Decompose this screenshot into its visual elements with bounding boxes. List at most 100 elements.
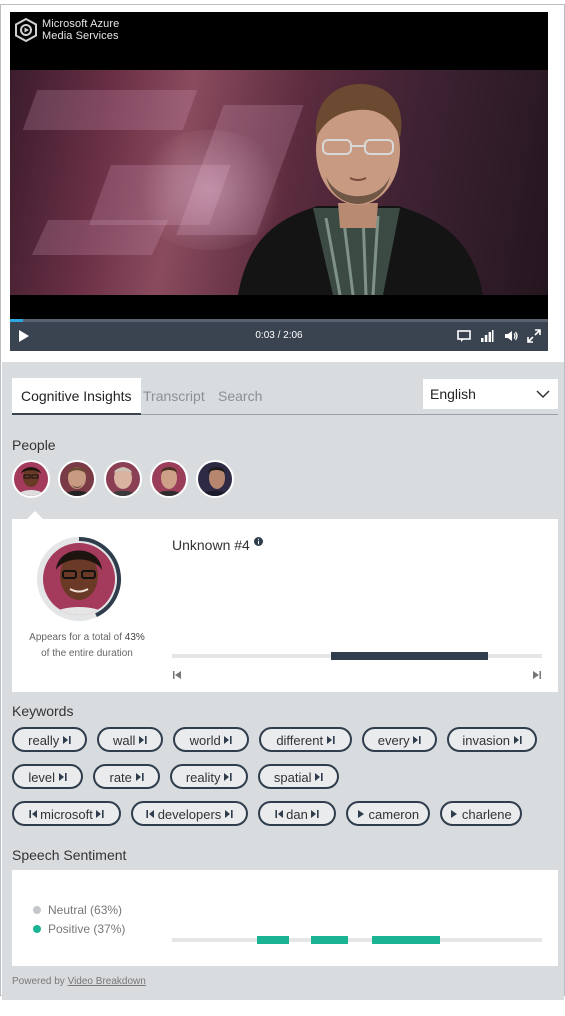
keyword-label: cameron bbox=[368, 807, 420, 823]
insights-panel: Cognitive Insights Transcript Search Eng… bbox=[2, 362, 564, 1000]
azure-media-services-logo: Microsoft Azure Media Services bbox=[14, 18, 119, 42]
powered-by: Powered by Video Breakdown bbox=[12, 976, 146, 987]
person-avatar[interactable] bbox=[12, 460, 50, 498]
previous-icon bbox=[146, 809, 155, 818]
person-avatar[interactable] bbox=[58, 460, 96, 498]
person-name: Unknown #4 bbox=[172, 537, 250, 553]
speaker-figure bbox=[238, 83, 483, 295]
next-appearance-icon[interactable] bbox=[532, 670, 542, 680]
keyword-chip[interactable]: every bbox=[362, 727, 437, 752]
chevron-down-icon bbox=[536, 390, 550, 399]
people-title: People bbox=[12, 437, 56, 453]
keyword-chip[interactable]: different bbox=[259, 727, 352, 752]
previous-icon bbox=[274, 809, 283, 818]
powered-prefix: Powered by bbox=[12, 976, 68, 987]
people-avatars bbox=[12, 460, 242, 498]
keyword-row: really wall world different every invasi… bbox=[12, 727, 558, 764]
keyword-row: level rate reality spatial bbox=[12, 764, 558, 801]
next-icon bbox=[135, 772, 144, 781]
keyword-label: dan bbox=[286, 807, 308, 823]
legend-neutral: Neutral (63%) bbox=[33, 903, 122, 917]
next-icon bbox=[224, 809, 233, 818]
previous-appearance-icon[interactable] bbox=[172, 670, 182, 680]
card-pointer bbox=[27, 511, 43, 519]
keyword-label: rate bbox=[109, 770, 132, 786]
tab-transcript[interactable]: Transcript bbox=[143, 378, 205, 414]
sentiment-timeline[interactable] bbox=[172, 936, 542, 944]
positive-label: Positive (37%) bbox=[48, 922, 126, 936]
appearance-segment[interactable] bbox=[331, 652, 489, 660]
keyword-chip[interactable]: wall bbox=[97, 727, 163, 752]
keyword-chip[interactable]: developers bbox=[131, 801, 248, 826]
keywords-title: Keywords bbox=[12, 703, 74, 719]
keyword-chip[interactable]: charlene bbox=[440, 801, 522, 826]
media-services-icon bbox=[15, 18, 37, 42]
legend-positive: Positive (37%) bbox=[33, 922, 125, 936]
fullscreen-icon[interactable] bbox=[527, 329, 541, 343]
play-icon bbox=[357, 809, 364, 818]
positive-sentiment-segment[interactable] bbox=[371, 936, 441, 944]
keyword-label: charlene bbox=[461, 807, 512, 823]
brand-line-1: Microsoft Azure bbox=[42, 18, 120, 30]
keyword-label: reality bbox=[185, 770, 221, 786]
next-icon bbox=[58, 772, 67, 781]
person-avatar[interactable] bbox=[104, 460, 142, 498]
keyword-label: world bbox=[189, 733, 221, 749]
person-timeline[interactable] bbox=[172, 652, 542, 660]
next-icon bbox=[139, 735, 147, 744]
caption-icon[interactable] bbox=[457, 329, 471, 343]
positive-dot bbox=[33, 924, 41, 933]
insights-widget-frame: Microsoft Azure Media Services 0:03 / 2:… bbox=[0, 4, 565, 1000]
player-controls: 0:03 / 2:06 bbox=[10, 322, 548, 351]
next-icon bbox=[224, 772, 232, 781]
sentiment-card: Neutral (63%) Positive (37%) bbox=[12, 870, 558, 966]
keyword-chip[interactable]: reality bbox=[170, 764, 248, 789]
previous-icon bbox=[28, 809, 37, 818]
next-icon bbox=[315, 772, 323, 781]
next-icon bbox=[513, 735, 522, 744]
keyword-chip[interactable]: level bbox=[12, 764, 83, 789]
neutral-label: Neutral (63%) bbox=[48, 903, 123, 917]
language-select[interactable]: English bbox=[423, 379, 558, 409]
info-icon[interactable] bbox=[254, 537, 263, 546]
next-icon bbox=[224, 735, 232, 744]
person-avatar[interactable] bbox=[196, 460, 234, 498]
keyword-chip[interactable]: spatial bbox=[258, 764, 339, 789]
next-icon bbox=[413, 735, 421, 744]
positive-sentiment-segment[interactable] bbox=[310, 936, 348, 944]
keyword-label: level bbox=[28, 770, 56, 786]
keyword-chip[interactable]: really bbox=[12, 727, 87, 752]
keyword-chip[interactable]: microsoft bbox=[12, 801, 121, 826]
keyword-label: spatial bbox=[273, 770, 312, 786]
person-avatar[interactable] bbox=[150, 460, 188, 498]
appearance-percent: 43% bbox=[124, 632, 145, 643]
keyword-label: different bbox=[276, 733, 324, 749]
next-icon bbox=[62, 735, 71, 744]
keyword-chip[interactable]: rate bbox=[93, 764, 160, 789]
keyword-label: developers bbox=[157, 807, 222, 823]
tab-cognitive-insights[interactable]: Cognitive Insights bbox=[12, 378, 141, 415]
keyword-chips: really wall world different every invasi… bbox=[12, 727, 558, 838]
appearance-text-pre: Appears for a total of bbox=[29, 632, 125, 643]
keyword-chip[interactable]: invasion bbox=[447, 727, 537, 752]
tab-search[interactable]: Search bbox=[218, 378, 262, 414]
keyword-chip[interactable]: cameron bbox=[346, 801, 430, 826]
keyword-chip[interactable]: world bbox=[173, 727, 249, 752]
volume-icon[interactable] bbox=[504, 329, 518, 343]
positive-sentiment-segment[interactable] bbox=[257, 936, 289, 944]
quality-icon[interactable] bbox=[480, 329, 494, 343]
video-player[interactable]: Microsoft Azure Media Services 0:03 / 2:… bbox=[10, 12, 548, 351]
brand-line-2: Media Services bbox=[42, 30, 119, 42]
neutral-dot bbox=[33, 905, 41, 914]
person-detail-card: Appears for a total of 43% of the entire… bbox=[12, 511, 558, 692]
next-icon bbox=[96, 809, 105, 818]
appearance-summary: Appears for a total of 43% of the entire… bbox=[22, 630, 152, 662]
appearance-text-post: of the entire duration bbox=[41, 648, 133, 659]
keyword-label: every bbox=[377, 733, 410, 749]
keyword-label: microsoft bbox=[40, 807, 93, 823]
video-frame[interactable] bbox=[10, 70, 548, 295]
keyword-chip[interactable]: dan bbox=[258, 801, 336, 826]
language-select-value: English bbox=[430, 386, 476, 402]
video-breakdown-link[interactable]: Video Breakdown bbox=[68, 976, 146, 987]
next-icon bbox=[311, 809, 320, 818]
